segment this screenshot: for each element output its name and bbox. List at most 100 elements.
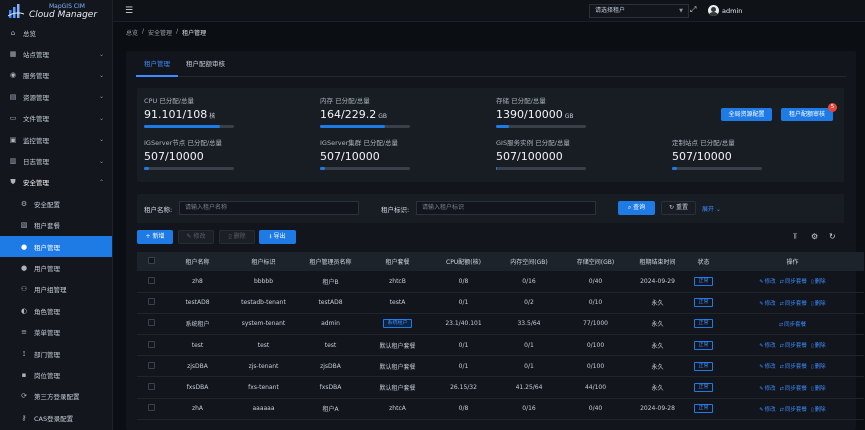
breadcrumb-item[interactable]: 安全管理: [148, 28, 172, 37]
sidebar-item-services[interactable]: ◉ 服务管理 ⌄: [0, 65, 112, 86]
table-row[interactable]: zh8 bbbbb 租户B zhtcB 0/8 0/16 0/40 2024-09-29 正常 ✎…: [137, 271, 864, 293]
role-icon: ◐: [20, 306, 28, 315]
cell-actions: ✎修改 ⇄同步套餐 ▯删除: [721, 271, 864, 293]
action-link[interactable]: ▯删除: [811, 407, 826, 413]
action-link[interactable]: ⇄同步套餐: [780, 364, 807, 370]
edit-icon: ✎: [759, 406, 764, 413]
select-all-checkbox[interactable]: [147, 257, 155, 264]
hamburger-icon[interactable]: ☰: [125, 6, 135, 16]
action-link[interactable]: ✎修改: [759, 386, 775, 392]
column-height-icon[interactable]: ⫪: [793, 232, 798, 242]
breadcrumb-item[interactable]: 总览: [126, 28, 138, 37]
quota-progress-fill: [320, 125, 385, 128]
action-label: 同步套餐: [784, 364, 807, 371]
row-checkbox-cell[interactable]: [137, 376, 165, 399]
cell-mem: 0/1: [496, 355, 562, 378]
sidebar-item-user-groups[interactable]: ⚇ 用户组管理: [0, 279, 112, 300]
select-all-checkbox-cell[interactable]: [137, 252, 165, 271]
action-link[interactable]: ▯删除: [811, 386, 826, 392]
table-row[interactable]: 系统租户 system-tenant admin 系统租户 23.1/40.101 33.…: [137, 313, 864, 336]
sidebar-item-tenant-packages[interactable]: ▧ 租户套餐: [0, 215, 112, 236]
sidebar-item-cas-login[interactable]: ⚷ CAS登录配置: [0, 407, 112, 428]
row-checkbox-cell[interactable]: [137, 292, 165, 314]
table-row[interactable]: testAD8 testadb-tenant testAD8 testA 0/1 0/2 0…: [137, 292, 864, 314]
action-link[interactable]: ✎修改: [759, 407, 775, 413]
action-link[interactable]: ⇄同步套餐: [780, 279, 807, 285]
action-label: 修改: [764, 300, 776, 307]
sidebar-item-posts[interactable]: ▪ 岗位管理: [0, 364, 112, 385]
row-checkbox[interactable]: [147, 276, 155, 284]
row-checkbox-cell[interactable]: [137, 271, 165, 293]
global-resource-config-button[interactable]: 全局资源配置: [721, 108, 772, 121]
tenant-id-input[interactable]: 请输入租户标识: [416, 201, 596, 215]
action-link[interactable]: ⇄同步套餐: [780, 343, 807, 349]
row-checkbox[interactable]: [147, 340, 155, 348]
table-row[interactable]: fxsDBA fxs-tenant fxsDBA 默认租户套餐 26.15/32 41.2…: [137, 376, 864, 399]
sync-icon: ⇄: [779, 343, 784, 350]
expand-button[interactable]: 展开 ⌄: [702, 204, 721, 213]
resource-icon: ▤: [9, 92, 17, 101]
sidebar-item-menus[interactable]: ≡ 菜单管理: [0, 321, 112, 342]
row-checkbox[interactable]: [147, 383, 155, 391]
sidebar-item-third-party-login[interactable]: ⟳ 第三方登录配置: [0, 386, 112, 407]
row-checkbox[interactable]: [147, 319, 155, 327]
quota-label: GIS服务实例 已分配/总量: [496, 139, 570, 147]
sidebar-item-users[interactable]: ● 用户管理: [0, 257, 112, 278]
action-link[interactable]: ⇄同步套餐: [780, 407, 807, 413]
row-checkbox-cell[interactable]: [137, 313, 165, 336]
export-button[interactable]: ⭳ 导出: [259, 230, 296, 244]
sidebar-item-monitor[interactable]: ▣ 监控管理 ⌄: [0, 129, 112, 150]
action-link[interactable]: ▯删除: [811, 343, 826, 349]
table-row[interactable]: zjsDBA zjs-tenant zjsDBA 默认租户套餐 0/1 0/1 0/100 永…: [137, 355, 864, 378]
cell-status: 正常: [686, 376, 721, 399]
add-button[interactable]: + 新增: [137, 230, 173, 244]
column-header: 内存空间(GB): [496, 252, 562, 271]
sidebar-item-security-config[interactable]: ⚙ 安全配置: [0, 193, 112, 214]
action-link[interactable]: ✎修改: [759, 301, 775, 307]
sidebar-item-files[interactable]: ▭ 文件管理 ⌄: [0, 108, 112, 129]
row-checkbox-cell[interactable]: [137, 334, 165, 357]
table-row[interactable]: test test test 默认租户套餐 0/1 0/1 0/100 永久 正常 ✎修改 ⇄同步套…: [137, 334, 864, 357]
row-checkbox-cell[interactable]: [137, 398, 165, 420]
row-checkbox-cell[interactable]: [137, 355, 165, 378]
action-link[interactable]: ⇄同步套餐: [779, 322, 806, 328]
search-button[interactable]: ⌕ 查询: [618, 201, 655, 215]
tenant-select[interactable]: 请选择租户 ▼: [589, 4, 689, 18]
action-link[interactable]: ▯删除: [811, 279, 826, 285]
table-row[interactable]: zhA aaaaaa 租户A zhtcA 0/8 0/16 0/40 2024-09-28 正常…: [137, 398, 864, 420]
avatar[interactable]: [708, 5, 719, 16]
cell-mem: 0/1: [496, 334, 562, 357]
reset-button[interactable]: ↻ 重置: [661, 201, 696, 215]
fullscreen-icon[interactable]: ⤢: [690, 5, 696, 15]
row-checkbox[interactable]: [147, 298, 155, 306]
action-link[interactable]: ▯删除: [811, 301, 826, 307]
quota-number: 507/10000: [672, 150, 732, 163]
sidebar-item-security[interactable]: ⛊ 安全管理 ⌃: [0, 172, 112, 193]
sidebar-item-tenants[interactable]: ● 租户管理: [0, 235, 112, 258]
tenant-quota-review-button[interactable]: 租户配额审核: [781, 108, 833, 121]
edit-button[interactable]: ✎ 修改: [178, 230, 214, 244]
sidebar-item-roles[interactable]: ◐ 角色管理: [0, 300, 112, 321]
tab-tenant-management[interactable]: 租户管理: [136, 51, 178, 77]
refresh-icon[interactable]: ↻: [829, 232, 836, 241]
sidebar-item-resources[interactable]: ▤ 资源管理 ⌄: [0, 86, 112, 107]
gear-icon[interactable]: ⚙: [811, 232, 818, 241]
action-link[interactable]: ⇄同步套餐: [780, 301, 807, 307]
column-header: CPU配额(核): [431, 252, 496, 271]
action-link[interactable]: ▯删除: [811, 364, 826, 370]
row-checkbox[interactable]: [147, 404, 155, 412]
tenant-name-input[interactable]: 请输入租户名称: [179, 201, 359, 215]
action-link[interactable]: ✎修改: [759, 364, 775, 370]
username[interactable]: admin: [722, 7, 742, 15]
action-link[interactable]: ✎修改: [759, 279, 775, 285]
action-link[interactable]: ✎修改: [759, 343, 775, 349]
delete-button[interactable]: ▯ 删除: [219, 230, 255, 244]
sidebar-item-sites[interactable]: ▦ 站点管理 ⌄: [0, 43, 112, 64]
action-link[interactable]: ⇄同步套餐: [780, 386, 807, 392]
row-checkbox[interactable]: [147, 361, 155, 369]
quota-progress-bar: [496, 167, 586, 170]
sidebar-item-logs[interactable]: ▥ 日志管理 ⌄: [0, 150, 112, 171]
sidebar-item-departments[interactable]: ⟟ 部门管理: [0, 343, 112, 364]
sidebar-item-overview[interactable]: ⌂ 总览: [0, 22, 112, 43]
tab-quota-review[interactable]: 租户配额审核: [178, 51, 233, 76]
